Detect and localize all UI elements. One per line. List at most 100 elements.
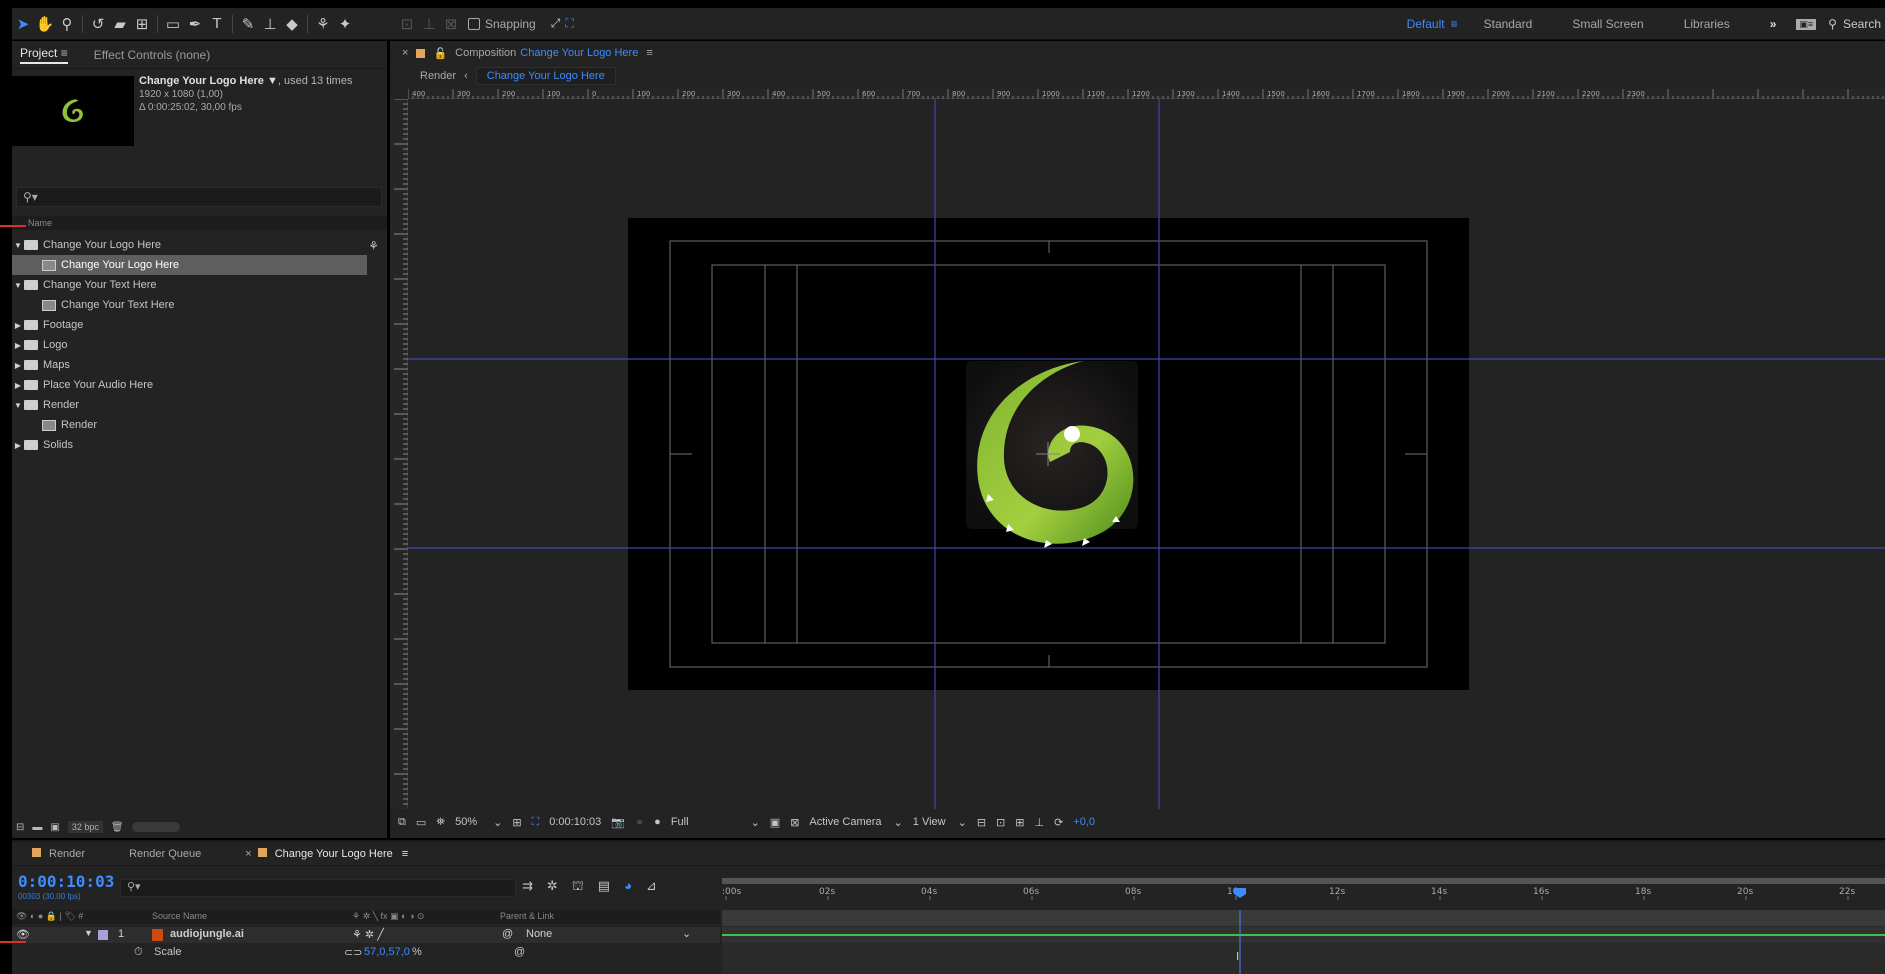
snap-edges-icon[interactable]: ⤢ [551,16,561,31]
roto-brush-tool-icon[interactable]: ⚘ [312,13,334,35]
workspace-standard[interactable]: Standard [1464,17,1553,31]
new-folder-icon[interactable]: ▬ [32,822,42,833]
current-time-display[interactable]: 0:00:10:03 [18,872,114,891]
show-snapshot-icon[interactable]: ⚭ [635,816,644,829]
snapshot-icon[interactable]: 📷 [611,816,625,829]
tab-project[interactable]: Project ≡ [20,46,68,64]
fast-previews-icon[interactable]: ⊡ [996,816,1005,829]
flowchart-icon[interactable]: ⚘ [368,239,379,253]
collapse-triangle-icon[interactable]: ▶ [12,441,24,450]
pickwhip-icon[interactable]: @ [514,946,525,958]
chevron-down-icon[interactable]: ⌄ [751,816,760,829]
mask-visibility-icon[interactable]: ⛯ [436,816,445,829]
exposure-value[interactable]: +0,0 [1073,816,1095,828]
snap-features-icon[interactable]: ⛶ [565,16,573,31]
project-folder-item[interactable]: ▶ Maps [12,355,387,375]
fit-icon[interactable]: ⊞ [512,816,521,829]
workspace-libraries[interactable]: Libraries [1664,17,1750,31]
always-preview-icon[interactable]: ⧉ [398,816,406,829]
layer-label-color[interactable] [98,930,108,940]
exposure-reset-icon[interactable]: ⟳ [1054,816,1063,829]
composition-tab-name[interactable]: Change Your Logo Here [520,47,638,59]
vertical-ruler[interactable] [390,98,408,809]
project-folder-item[interactable]: ▼ Render [12,395,387,415]
tab-change-your-logo-here[interactable]: × Change Your Logo Here ≡ [245,847,408,860]
project-folder-item[interactable]: ▼ Change Your Logo Here ⚘ [12,235,387,255]
composition-flowchart-icon[interactable]: ⇉ [522,878,533,896]
camera-tool-icon[interactable]: ▰ [109,13,131,35]
snapping-toggle[interactable]: Snapping ⤢ ⛶ [468,16,574,31]
project-folder-item[interactable]: ▼ Change Your Text Here [12,275,387,295]
chevron-down-icon[interactable]: ⌄ [682,927,691,940]
more-workspaces-icon[interactable]: » [1750,17,1797,31]
chevron-down-icon[interactable]: ⌄ [894,816,903,829]
edit-workspaces-icon[interactable]: ▣≡ [1796,18,1817,30]
panel-menu-icon[interactable]: ≡ [646,47,652,59]
eye-icon[interactable]: 👁 [16,928,30,941]
monitor-icon[interactable]: ▭ [416,816,426,829]
bit-depth-button[interactable]: 32 bpc [67,821,103,833]
chevron-down-icon[interactable]: ⌄ [493,816,502,829]
stopwatch-icon[interactable]: ⏱ [134,946,143,959]
hand-tool-icon[interactable]: ✋ [34,13,56,35]
time-ruler[interactable]: :00s02s04s06s08s10s12s14s16s18s20s22s [722,878,1885,900]
resolution-select[interactable]: Full [671,816,701,828]
project-comp-item[interactable]: Render [12,415,387,435]
expand-triangle-icon[interactable]: ▼ [12,401,24,410]
project-comp-item[interactable]: Change Your Text Here [12,295,387,315]
thumbnail-slider[interactable] [131,822,180,832]
workspace-small-screen[interactable]: Small Screen [1552,17,1663,31]
grid-guides-icon[interactable]: ⊠ [790,816,799,829]
tab-render-queue[interactable]: Render Queue [129,848,201,860]
lock-icon[interactable]: 🔓 [433,47,447,60]
shy-layers-icon[interactable]: ⛫ [572,878,584,896]
frame-blending-icon[interactable]: ▤ [598,878,610,896]
rotate-tool-icon[interactable]: ↺ [87,13,109,35]
project-folder-item[interactable]: ▶ Place Your Audio Here [12,375,387,395]
workspace-menu-icon[interactable]: ≡ [1451,17,1458,31]
new-composition-icon[interactable]: ▣ [50,822,59,833]
project-folder-item[interactable]: ▶ Solids [12,435,387,455]
help-search[interactable]: ⚲ Search [1828,17,1885,31]
close-icon[interactable]: × [402,47,408,59]
eraser-tool-icon[interactable]: ◆ [281,13,303,35]
constrain-proportions-icon[interactable]: ⊂⊃ [344,946,362,959]
layer-name[interactable]: audiojungle.ai [170,928,244,940]
puppet-pin-tool-icon[interactable]: ✦ [334,13,356,35]
rectangle-tool-icon[interactable]: ▭ [162,13,184,35]
transparency-grid-icon[interactable]: ▣ [770,816,780,829]
composition-viewer[interactable] [408,99,1885,809]
draft-3d-icon[interactable]: ✲ [547,878,558,896]
color-channels-icon[interactable]: ● [654,816,661,828]
item-dropdown-icon[interactable]: ▼ [267,75,278,87]
zoom-tool-icon[interactable]: ⚲ [56,13,78,35]
camera-select[interactable]: Active Camera [809,816,893,828]
expand-triangle-icon[interactable]: ▼ [12,241,24,250]
parent-select[interactable]: None [526,928,552,940]
scale-value[interactable]: 57,0,57,0 [364,946,410,958]
layer-row[interactable]: 👁 ▼ 1 audiojungle.ai ⚘ ✲ ╱ @ None ⌄ [12,927,720,943]
tab-effect-controls[interactable]: Effect Controls (none) [94,48,211,62]
layer-switches[interactable]: ⚘ ✲ ╱ [352,928,384,941]
collapse-triangle-icon[interactable]: ▶ [12,341,24,350]
timeline-search-input[interactable]: ⚲▾ [120,879,516,897]
project-folder-item[interactable]: ▶ Footage [12,315,387,335]
selection-tool-icon[interactable]: ➤ [12,13,34,35]
flowchart-icon[interactable]: ⊥ [1034,816,1044,829]
viewer-timecode[interactable]: 0:00:10:03 [549,816,601,828]
parent-link-column[interactable]: Parent & Link [500,911,554,921]
type-tool-icon[interactable]: T [206,13,228,35]
snapping-checkbox[interactable] [468,17,480,30]
views-select[interactable]: 1 View [913,816,958,828]
collapse-triangle-icon[interactable]: ▶ [12,321,24,330]
motion-blur-icon[interactable]: ◕ [624,878,632,896]
expand-triangle-icon[interactable]: ▼ [84,928,93,938]
interpret-footage-icon[interactable]: ⊟ [16,822,24,833]
collapse-triangle-icon[interactable]: ▶ [12,381,24,390]
collapse-triangle-icon[interactable]: ▶ [12,361,24,370]
region-of-interest-icon[interactable]: ⛶ [532,816,540,829]
track-area[interactable]: I [722,910,1885,974]
pan-behind-tool-icon[interactable]: ⊞ [131,13,153,35]
expand-triangle-icon[interactable]: ▼ [12,281,24,290]
zoom-select[interactable]: 50% [455,816,489,828]
